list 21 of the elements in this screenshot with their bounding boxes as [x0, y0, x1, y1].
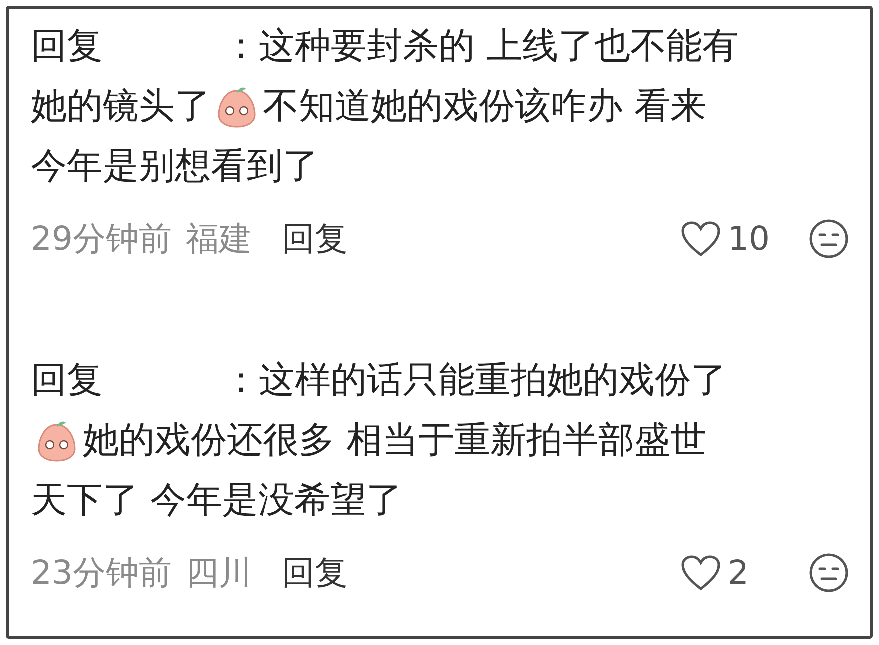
comment-text: 她的镜头了 — [31, 85, 211, 129]
comment-text: ：这种要封杀的 上线了也不能有 — [223, 25, 738, 69]
comment-time: 23分钟前 — [31, 552, 172, 594]
heart-icon[interactable] — [680, 554, 722, 592]
comment-location: 福建 — [186, 218, 252, 260]
reply-button[interactable]: 回复 — [282, 551, 348, 595]
comment-text: 不知道她的戏份该咋办 看来 — [263, 85, 706, 129]
reply-label: 回复 — [31, 359, 103, 403]
comment-time: 29分钟前 — [31, 218, 172, 260]
comment-text: 今年是别想看到了 — [31, 145, 319, 189]
reply-button[interactable]: 回复 — [282, 217, 348, 261]
reply-label: 回复 — [31, 25, 103, 69]
neutral-face-icon[interactable] — [808, 552, 850, 594]
comment-text: 她的戏份还很多 相当于重新拍半部盛世 — [83, 419, 706, 463]
like-count: 10 — [728, 218, 771, 260]
like-count: 2 — [728, 552, 750, 594]
comment-location: 四川 — [186, 552, 252, 594]
neutral-face-icon[interactable] — [808, 218, 850, 260]
heart-icon[interactable] — [680, 220, 722, 258]
comment-text: ：这样的话只能重拍她的戏份了 — [223, 359, 727, 403]
comment-text: 天下了 今年是没希望了 — [31, 479, 402, 523]
